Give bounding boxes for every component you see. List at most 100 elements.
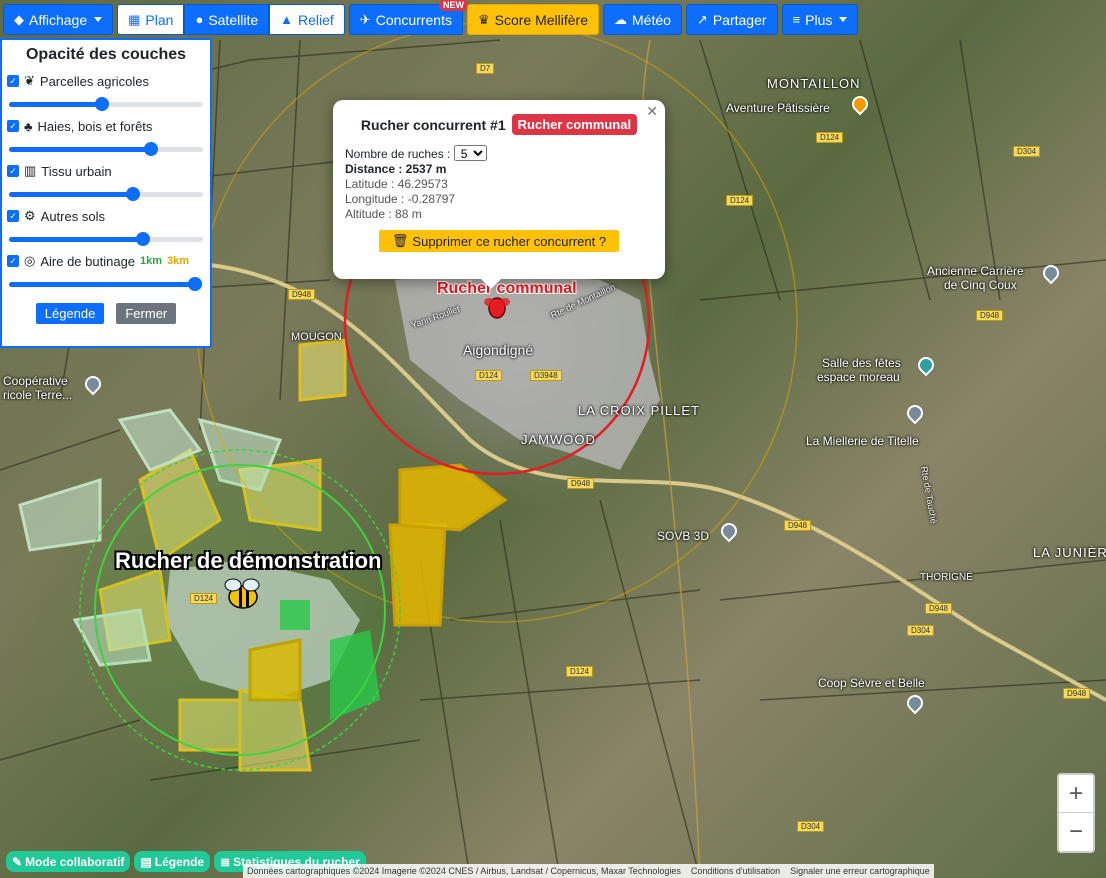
legend-button[interactable]: ▤ Légende bbox=[134, 851, 211, 872]
map-label-carriere-1: Ancienne Carrière bbox=[927, 264, 1024, 278]
map-label-miellerie: La Miellerie de Titelle bbox=[806, 434, 919, 448]
mountain-icon: ▲ bbox=[280, 12, 293, 27]
relief-button[interactable]: ▲ Relief bbox=[269, 4, 345, 35]
plan-button[interactable]: ▦ Plan bbox=[117, 4, 185, 35]
satellite-label: Satellite bbox=[208, 11, 259, 28]
legend-label: Légende bbox=[154, 854, 205, 869]
slider-thumb[interactable] bbox=[135, 232, 150, 246]
layer-item: ✓ ⚙ Autres sols bbox=[7, 207, 205, 246]
map-label-salle-2: espace moreau bbox=[817, 370, 900, 384]
zoom-out-button[interactable]: − bbox=[1059, 813, 1093, 851]
report-link[interactable]: Signaler une erreur cartographique bbox=[790, 866, 930, 876]
meteo-button[interactable]: ☁ Météo bbox=[603, 4, 682, 35]
panel-buttons: Légende Fermer bbox=[7, 303, 205, 324]
competitor-popup: ✕ Rucher concurrent #1 Rucher communal N… bbox=[333, 100, 665, 289]
layer-label: Autres sols bbox=[40, 208, 105, 224]
layers-icon: ◆ bbox=[14, 11, 24, 27]
layer-item: ✓ ◎ Aire de butinage 1km 3km bbox=[7, 252, 205, 291]
map-label-coop-sevre: Coop Sèvre et Belle bbox=[818, 676, 925, 690]
road-shield: D948 bbox=[784, 520, 812, 531]
map-label-jamwood: JAMWOOD bbox=[521, 432, 596, 447]
map-label-croix-pillet: LA CROIX PILLET bbox=[578, 403, 700, 418]
road-shield: D124 bbox=[566, 666, 594, 677]
partager-label: Partager bbox=[712, 11, 767, 28]
delete-competitor-button[interactable]: 🗑 Supprimer ce rucher concurrent ? bbox=[379, 230, 619, 252]
tree-icon: ♣ bbox=[24, 118, 33, 134]
map-label-cooperative-2: ricole Terre... bbox=[3, 388, 73, 402]
layer-label: Parcelles agricoles bbox=[39, 73, 150, 89]
layer-row: ✓ ◎ Aire de butinage 1km 3km bbox=[7, 252, 205, 270]
meteo-label: Météo bbox=[632, 11, 671, 28]
new-badge: NEW bbox=[438, 0, 468, 11]
map-icon: ▦ bbox=[128, 11, 141, 27]
collab-mode-button[interactable]: ✎ Mode collaboratif bbox=[6, 851, 131, 872]
map-label-aventure: Aventure Pâtissière bbox=[726, 101, 830, 115]
layer-opacity-slider[interactable] bbox=[9, 187, 203, 201]
zoom-in-button[interactable]: + bbox=[1059, 775, 1093, 813]
road-shield: D304 bbox=[797, 821, 825, 832]
layer-label: Tissu urbain bbox=[41, 163, 112, 179]
slider-thumb[interactable] bbox=[143, 142, 158, 156]
attribution-data: Données cartographiques ©2024 Imagerie ©… bbox=[247, 866, 681, 876]
popup-tag: Rucher communal bbox=[511, 114, 638, 135]
legende-button[interactable]: Légende bbox=[35, 303, 105, 324]
layer-checkbox[interactable]: ✓ bbox=[7, 120, 19, 132]
layer-checkbox[interactable]: ✓ bbox=[7, 255, 19, 267]
globe-icon: ● bbox=[195, 12, 204, 27]
layer-opacity-slider[interactable] bbox=[9, 232, 203, 246]
map-label-juniere: LA JUNIÈR bbox=[1033, 545, 1106, 560]
road-shield: D124 bbox=[475, 370, 503, 381]
relief-label: Relief bbox=[298, 11, 334, 28]
map-type-group: ▦ Plan ● Satellite ▲ Relief bbox=[117, 4, 345, 35]
layer-row: ✓ ⚙ Autres sols bbox=[7, 207, 205, 225]
slider-fill bbox=[9, 102, 103, 107]
fermer-button[interactable]: Fermer bbox=[116, 303, 177, 324]
hive-count-select[interactable]: 5 bbox=[453, 145, 487, 161]
layer-opacity-slider[interactable] bbox=[9, 277, 203, 291]
layer-opacity-slider[interactable] bbox=[9, 142, 203, 156]
database-icon: ≣ bbox=[220, 854, 231, 869]
score-button[interactable]: ♛ Score Mellifère bbox=[466, 4, 599, 35]
layer-item: ✓ ♣ Haies, bois et forêts bbox=[7, 117, 205, 156]
road-shield: D304 bbox=[907, 625, 935, 636]
km1-label: 1km bbox=[140, 255, 163, 267]
slider-thumb[interactable] bbox=[188, 277, 203, 291]
tractor-icon: ⚙ bbox=[24, 208, 36, 223]
top-toolbar: ◆ Affichage ▦ Plan ● Satellite ▲ Relief … bbox=[3, 0, 859, 35]
layer-row: ✓ ❦ Parcelles agricoles bbox=[7, 72, 205, 90]
map-attribution: Données cartographiques ©2024 Imagerie ©… bbox=[243, 864, 934, 878]
edit-icon: ✎ bbox=[12, 854, 23, 869]
road-shield: D948 bbox=[567, 478, 595, 489]
layer-opacity-panel: Opacité des couches ✓ ❦ Parcelles agricole… bbox=[0, 38, 212, 348]
road-shield: D124 bbox=[726, 195, 754, 206]
target-icon: ◎ bbox=[24, 253, 36, 268]
terms-link[interactable]: Conditions d'utilisation bbox=[691, 866, 780, 876]
layer-opacity-slider[interactable] bbox=[9, 97, 203, 111]
satellite-button[interactable]: ● Satellite bbox=[184, 4, 270, 35]
road-shield: D7 bbox=[476, 63, 495, 74]
close-icon[interactable]: ✕ bbox=[646, 103, 658, 120]
layer-checkbox[interactable]: ✓ bbox=[7, 75, 19, 87]
hive-communal-label[interactable]: Rucher communal bbox=[437, 280, 577, 298]
partager-button[interactable]: ↗ Partager bbox=[685, 4, 778, 35]
plan-label: Plan bbox=[145, 11, 174, 28]
road-shield: D124 bbox=[190, 593, 218, 604]
slider-thumb[interactable] bbox=[126, 187, 141, 201]
plus-dropdown[interactable]: ≡ Plus bbox=[781, 4, 859, 35]
zoom-control: + − bbox=[1057, 773, 1095, 853]
slider-thumb[interactable] bbox=[95, 97, 110, 111]
road-shield: D124 bbox=[816, 132, 844, 143]
popup-altitude: Altitude : 88 m bbox=[345, 207, 422, 221]
layer-checkbox[interactable]: ✓ bbox=[7, 165, 19, 177]
road-shield: D304 bbox=[1013, 146, 1041, 157]
hive-demo-label[interactable]: Rucher de démonstration bbox=[115, 548, 381, 574]
layer-label: Haies, bois et forêts bbox=[37, 118, 153, 134]
layer-row: ✓ ♣ Haies, bois et forêts bbox=[7, 117, 205, 135]
concurrents-label: Concurrents bbox=[375, 11, 452, 28]
layer-item: ✓ ❦ Parcelles agricoles bbox=[7, 72, 205, 111]
concurrents-button[interactable]: ✈ Concurrents NEW bbox=[348, 0, 468, 35]
layer-checkbox[interactable]: ✓ bbox=[7, 210, 19, 222]
affichage-dropdown[interactable]: ◆ Affichage bbox=[3, 4, 114, 35]
affichage-label: Affichage bbox=[29, 11, 88, 28]
slider-fill bbox=[9, 147, 151, 152]
